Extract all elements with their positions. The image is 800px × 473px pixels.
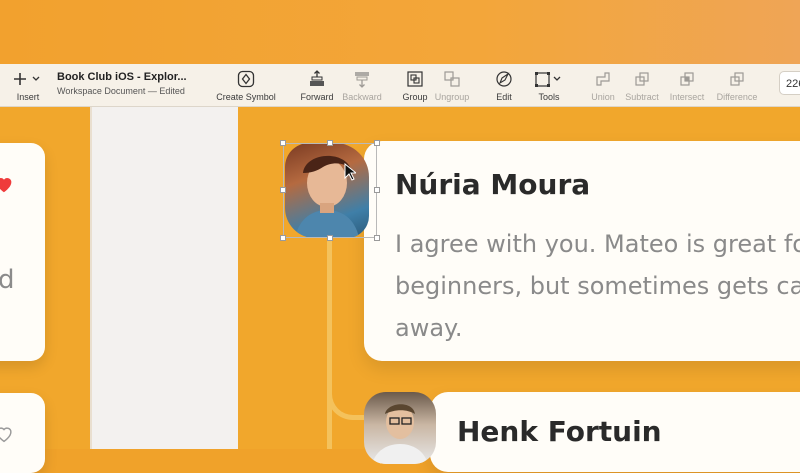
subtract-icon bbox=[632, 70, 652, 88]
create-symbol-button[interactable]: Create Symbol bbox=[212, 64, 280, 106]
union-label: Union bbox=[591, 92, 615, 102]
tools-icon bbox=[533, 70, 565, 88]
comment-message-line: away. bbox=[395, 314, 463, 342]
insert-button[interactable]: Insert bbox=[6, 64, 50, 106]
intersect-icon bbox=[677, 70, 697, 88]
edit-label: Edit bbox=[496, 92, 512, 102]
group-icon bbox=[405, 70, 425, 88]
group-label: Group bbox=[402, 92, 428, 102]
document-subtitle: Workspace Document — Edited bbox=[57, 86, 185, 96]
union-button[interactable]: Union bbox=[588, 64, 618, 106]
thread-line bbox=[327, 238, 332, 449]
difference-icon bbox=[727, 70, 747, 88]
resize-handle-right[interactable] bbox=[374, 187, 380, 193]
resize-handle-left[interactable] bbox=[280, 187, 286, 193]
resize-handle-bottom-right[interactable] bbox=[374, 235, 380, 241]
resize-handle-bottom[interactable] bbox=[327, 235, 333, 241]
backward-icon bbox=[352, 70, 372, 88]
document-title[interactable]: Book Club iOS - Explor... bbox=[57, 71, 187, 83]
window-top-background bbox=[0, 0, 800, 64]
tools-label: Tools bbox=[538, 92, 560, 102]
difference-label: Difference bbox=[716, 92, 758, 102]
union-icon bbox=[593, 70, 613, 88]
create-symbol-label: Create Symbol bbox=[216, 92, 276, 102]
create-symbol-icon bbox=[236, 70, 256, 88]
avatar-portrait-image-2 bbox=[372, 404, 428, 464]
mouse-cursor-icon bbox=[344, 163, 356, 181]
avatar-2[interactable] bbox=[364, 392, 436, 464]
comment-author-2: Henk Fortuin bbox=[457, 415, 662, 448]
selection-bounding-box bbox=[283, 143, 377, 238]
resize-handle-top-right[interactable] bbox=[374, 140, 380, 146]
left-partial-card[interactable]: d bbox=[0, 143, 45, 361]
forward-button[interactable]: Forward bbox=[297, 64, 337, 106]
backward-button[interactable]: Backward bbox=[340, 64, 384, 106]
comment-message: I agree with you. Mateo is great fo begi… bbox=[395, 223, 800, 349]
gray-artboard[interactable] bbox=[92, 107, 238, 449]
insert-label: Insert bbox=[16, 92, 40, 102]
comment-card-2[interactable]: Henk Fortuin bbox=[430, 392, 800, 472]
ungroup-label: Ungroup bbox=[434, 92, 470, 102]
ungroup-button[interactable]: Ungroup bbox=[430, 64, 474, 106]
heart-outline-icon[interactable] bbox=[0, 423, 15, 445]
subtract-button[interactable]: Subtract bbox=[620, 64, 664, 106]
zoom-input[interactable]: 226 bbox=[779, 71, 800, 95]
comment-author: Núria Moura bbox=[395, 168, 591, 201]
plus-icon bbox=[11, 70, 45, 88]
left-card-partial-text: d bbox=[0, 265, 15, 295]
comment-card[interactable]: Núria Moura I agree with you. Mateo is g… bbox=[364, 141, 800, 361]
intersect-button[interactable]: Intersect bbox=[666, 64, 708, 106]
ungroup-icon bbox=[442, 70, 462, 88]
intersect-label: Intersect bbox=[669, 92, 705, 102]
edit-button[interactable]: Edit bbox=[488, 64, 520, 106]
resize-handle-top-left[interactable] bbox=[280, 140, 286, 146]
left-partial-card-2[interactable] bbox=[0, 393, 45, 473]
difference-button[interactable]: Difference bbox=[712, 64, 762, 106]
edit-pen-icon bbox=[494, 70, 514, 88]
comment-message-line: beginners, but sometimes gets ca bbox=[395, 272, 800, 300]
tools-button[interactable]: Tools bbox=[528, 64, 570, 106]
resize-handle-top[interactable] bbox=[327, 140, 333, 146]
resize-handle-bottom-left[interactable] bbox=[280, 235, 286, 241]
forward-icon bbox=[307, 70, 327, 88]
comment-message-line: I agree with you. Mateo is great fo bbox=[395, 230, 800, 258]
toolbar: Insert Book Club iOS - Explor... Workspa… bbox=[0, 64, 800, 107]
group-button[interactable]: Group bbox=[396, 64, 434, 106]
forward-label: Forward bbox=[300, 92, 334, 102]
heart-filled-icon[interactable] bbox=[0, 173, 15, 195]
backward-label: Backward bbox=[342, 92, 382, 102]
subtract-label: Subtract bbox=[625, 92, 659, 102]
